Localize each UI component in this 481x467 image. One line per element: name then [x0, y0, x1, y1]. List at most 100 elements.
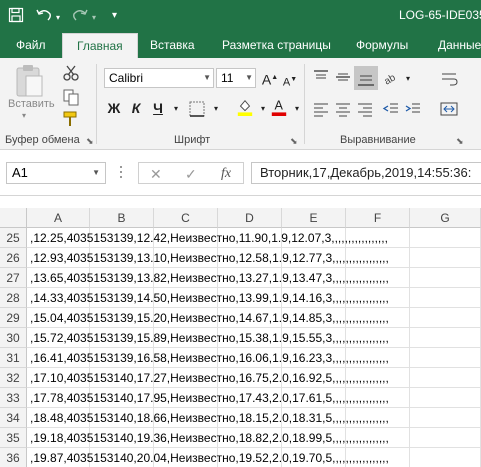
- column-header-e[interactable]: E: [282, 208, 346, 228]
- italic-button[interactable]: К: [126, 99, 146, 117]
- name-box[interactable]: A1 ▼: [6, 162, 106, 184]
- cancel-icon[interactable]: ✕: [150, 164, 162, 184]
- chevron-down-icon: ▼: [92, 168, 100, 177]
- column-header-b[interactable]: B: [90, 208, 154, 228]
- align-right-icon[interactable]: [356, 100, 374, 118]
- alignment-launcher-icon[interactable]: ⬊: [456, 136, 464, 147]
- tab-insert[interactable]: Вставка: [150, 32, 195, 58]
- redo-icon[interactable]: [72, 8, 88, 22]
- copy-icon[interactable]: [62, 88, 80, 106]
- clipboard-group-label: Буфер обмена: [5, 134, 80, 146]
- row-header[interactable]: 29: [0, 308, 27, 328]
- align-bottom-icon: [358, 75, 374, 86]
- formula-bar-resize-handle[interactable]: [120, 166, 123, 180]
- align-bottom-button[interactable]: [354, 66, 378, 90]
- group-divider: [96, 64, 97, 144]
- align-center-icon[interactable]: [334, 100, 352, 118]
- row-header[interactable]: 34: [0, 408, 27, 428]
- increase-indent-icon[interactable]: [404, 100, 422, 118]
- tab-file[interactable]: Файл: [16, 32, 46, 58]
- column-header-a[interactable]: A: [27, 208, 90, 228]
- paste-dropdown-icon[interactable]: ▾: [22, 111, 26, 120]
- title-bar: ▾ ▾ ▾ LOG-65-IDE035: [0, 0, 481, 32]
- alignment-group-label: Выравнивание: [340, 134, 416, 146]
- undo-icon[interactable]: [36, 8, 52, 22]
- row-header[interactable]: 31: [0, 348, 27, 368]
- name-box-value: A1: [12, 165, 28, 180]
- tab-data[interactable]: Данные: [438, 32, 481, 58]
- cell-a[interactable]: ,16.41,4035153139,16.58,Неизвестно,16.06…: [30, 348, 389, 368]
- format-painter-icon[interactable]: [62, 110, 80, 128]
- row-header[interactable]: 30: [0, 328, 27, 348]
- underline-button[interactable]: Ч: [148, 99, 168, 117]
- customize-qat-icon[interactable]: ▾: [112, 6, 117, 26]
- row-header[interactable]: 27: [0, 268, 27, 288]
- svg-text:A: A: [275, 99, 284, 113]
- merge-center-icon[interactable]: [440, 100, 458, 118]
- font-size-value: 11: [221, 71, 234, 85]
- document-title: LOG-65-IDE035: [399, 8, 481, 22]
- select-all-corner[interactable]: [0, 208, 27, 228]
- column-header-c[interactable]: C: [154, 208, 218, 228]
- font-name-select[interactable]: Calibri ▼: [104, 68, 214, 88]
- underline-dropdown-icon[interactable]: ▾: [166, 100, 186, 118]
- font-name-value: Calibri: [109, 71, 144, 85]
- cell-a[interactable]: ,15.72,4035153139,15.89,Неизвестно,15.38…: [30, 328, 389, 348]
- cell-a[interactable]: ,17.78,4035153140,17.95,Неизвестно,17.43…: [30, 388, 389, 408]
- align-top-icon[interactable]: [312, 68, 330, 86]
- column-header-d[interactable]: D: [218, 208, 282, 228]
- worksheet-grid[interactable]: ABCDEFG 25,12.25,4035153139,12.42,Неизве…: [0, 208, 481, 467]
- undo-dropdown-icon[interactable]: ▾: [56, 8, 60, 28]
- borders-icon[interactable]: [188, 100, 206, 118]
- formula-input[interactable]: Вторник,17,Декабрь,2019,14:55:36:: [251, 162, 481, 184]
- align-left-icon[interactable]: [312, 100, 330, 118]
- font-launcher-icon[interactable]: ⬊: [290, 136, 298, 147]
- bold-button[interactable]: Ж: [104, 99, 124, 117]
- column-header-g[interactable]: G: [410, 208, 481, 228]
- ribbon-tabs: Файл Главная Вставка Разметка страницы Ф…: [0, 32, 481, 58]
- cell-a[interactable]: ,12.93,4035153139,13.10,Неизвестно,12.58…: [30, 248, 389, 268]
- row-header[interactable]: 32: [0, 368, 27, 388]
- font-color-icon[interactable]: A: [270, 98, 288, 116]
- ribbon: Вставить ▾ Буфер обмена ⬊ Calibri ▼ 11 ▼…: [0, 58, 481, 150]
- align-middle-icon[interactable]: [334, 68, 352, 86]
- decrease-indent-icon[interactable]: [382, 100, 400, 118]
- borders-dropdown-icon[interactable]: ▾: [206, 100, 226, 118]
- wrap-text-icon[interactable]: [440, 70, 458, 88]
- tab-page-layout[interactable]: Разметка страницы: [222, 32, 331, 58]
- paste-icon[interactable]: [14, 64, 44, 98]
- cell-a[interactable]: ,19.87,4035153140,20.04,Неизвестно,19.52…: [30, 448, 389, 467]
- cell-a[interactable]: ,12.25,4035153139,12.42,Неизвестно,11.90…: [30, 228, 388, 248]
- cell-a[interactable]: ,13.65,4035153139,13.82,Неизвестно,13.27…: [30, 268, 389, 288]
- redo-dropdown-icon[interactable]: ▾: [92, 8, 96, 28]
- chevron-down-icon: ▼: [203, 73, 211, 82]
- cell-a[interactable]: ,14.33,4035153139,14.50,Неизвестно,13.99…: [30, 288, 389, 308]
- cell-a[interactable]: ,17.10,4035153140,17.27,Неизвестно,16.75…: [30, 368, 389, 388]
- font-size-select[interactable]: 11 ▼: [216, 68, 256, 88]
- cut-icon[interactable]: [62, 64, 80, 82]
- tab-formulas[interactable]: Формулы: [356, 32, 408, 58]
- formula-bar: A1 ▼ ✕ ✓ fx Вторник,17,Декабрь,2019,14:5…: [0, 150, 481, 196]
- fill-color-icon[interactable]: [236, 98, 254, 116]
- svg-text:ab: ab: [382, 72, 398, 86]
- row-header[interactable]: 33: [0, 388, 27, 408]
- row-header[interactable]: 26: [0, 248, 27, 268]
- orientation-dropdown-icon[interactable]: ▾: [398, 70, 418, 88]
- clipboard-launcher-icon[interactable]: ⬊: [86, 136, 94, 147]
- cell-a[interactable]: ,18.48,4035153140,18.66,Неизвестно,18.15…: [30, 408, 389, 428]
- tab-home[interactable]: Главная: [62, 33, 138, 58]
- chevron-down-icon: ▼: [245, 73, 253, 82]
- save-icon[interactable]: [8, 7, 24, 23]
- row-header[interactable]: 35: [0, 428, 27, 448]
- cell-a[interactable]: ,15.04,4035153139,15.20,Неизвестно,14.67…: [30, 308, 389, 328]
- grow-font-button[interactable]: A▲: [260, 69, 280, 89]
- enter-icon[interactable]: ✓: [185, 164, 197, 184]
- row-header[interactable]: 28: [0, 288, 27, 308]
- shrink-font-button[interactable]: A▼: [280, 71, 300, 92]
- row-header[interactable]: 36: [0, 448, 27, 467]
- cell-a[interactable]: ,19.18,4035153140,19.36,Неизвестно,18.82…: [30, 428, 389, 448]
- paste-label[interactable]: Вставить: [8, 98, 55, 110]
- column-header-f[interactable]: F: [346, 208, 410, 228]
- insert-function-icon[interactable]: fx: [221, 164, 231, 184]
- row-header[interactable]: 25: [0, 228, 27, 248]
